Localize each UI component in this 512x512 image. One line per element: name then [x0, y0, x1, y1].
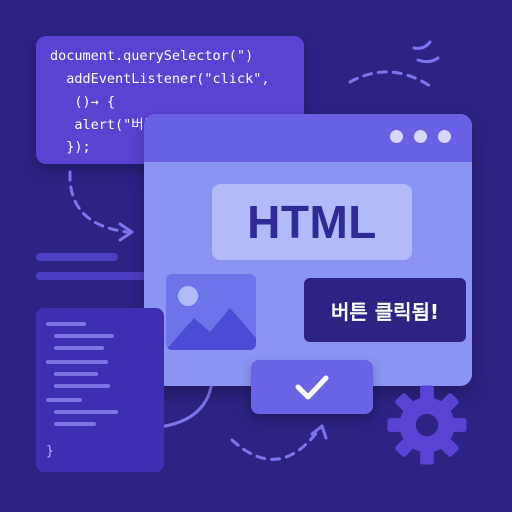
file-line [54, 334, 114, 338]
code-file-panel: } [36, 308, 164, 472]
window-body: HTML 버튼 클릭됨! [144, 162, 472, 386]
image-placeholder-icon [166, 274, 256, 350]
html-banner: HTML [212, 184, 412, 260]
file-line [46, 322, 86, 326]
file-line [54, 346, 104, 350]
file-line [54, 422, 96, 426]
gear-icon[interactable] [384, 382, 470, 468]
file-line [46, 360, 108, 364]
window-titlebar [144, 114, 472, 162]
check-icon [295, 375, 329, 400]
window-dot-1[interactable] [390, 130, 403, 143]
file-line [54, 384, 110, 388]
check-button[interactable] [251, 360, 373, 414]
file-line [46, 398, 82, 402]
file-line [54, 410, 118, 414]
window-dot-2[interactable] [414, 130, 427, 143]
browser-window: HTML 버튼 클릭됨! [144, 114, 472, 386]
dashed-curve-bottom [230, 426, 322, 461]
file-line [54, 372, 98, 376]
text-line-2 [36, 272, 146, 280]
window-dot-3[interactable] [438, 130, 451, 143]
clicked-button[interactable]: 버튼 클릭됨! [304, 278, 466, 342]
clicked-button-label: 버튼 클릭됨! [330, 299, 440, 324]
html-banner-text: HTML [247, 196, 377, 248]
text-line-1 [36, 253, 118, 261]
squiggle-mark [412, 40, 440, 64]
dashed-arc-top-right [348, 70, 432, 88]
code-closing-brace: } [46, 444, 54, 459]
